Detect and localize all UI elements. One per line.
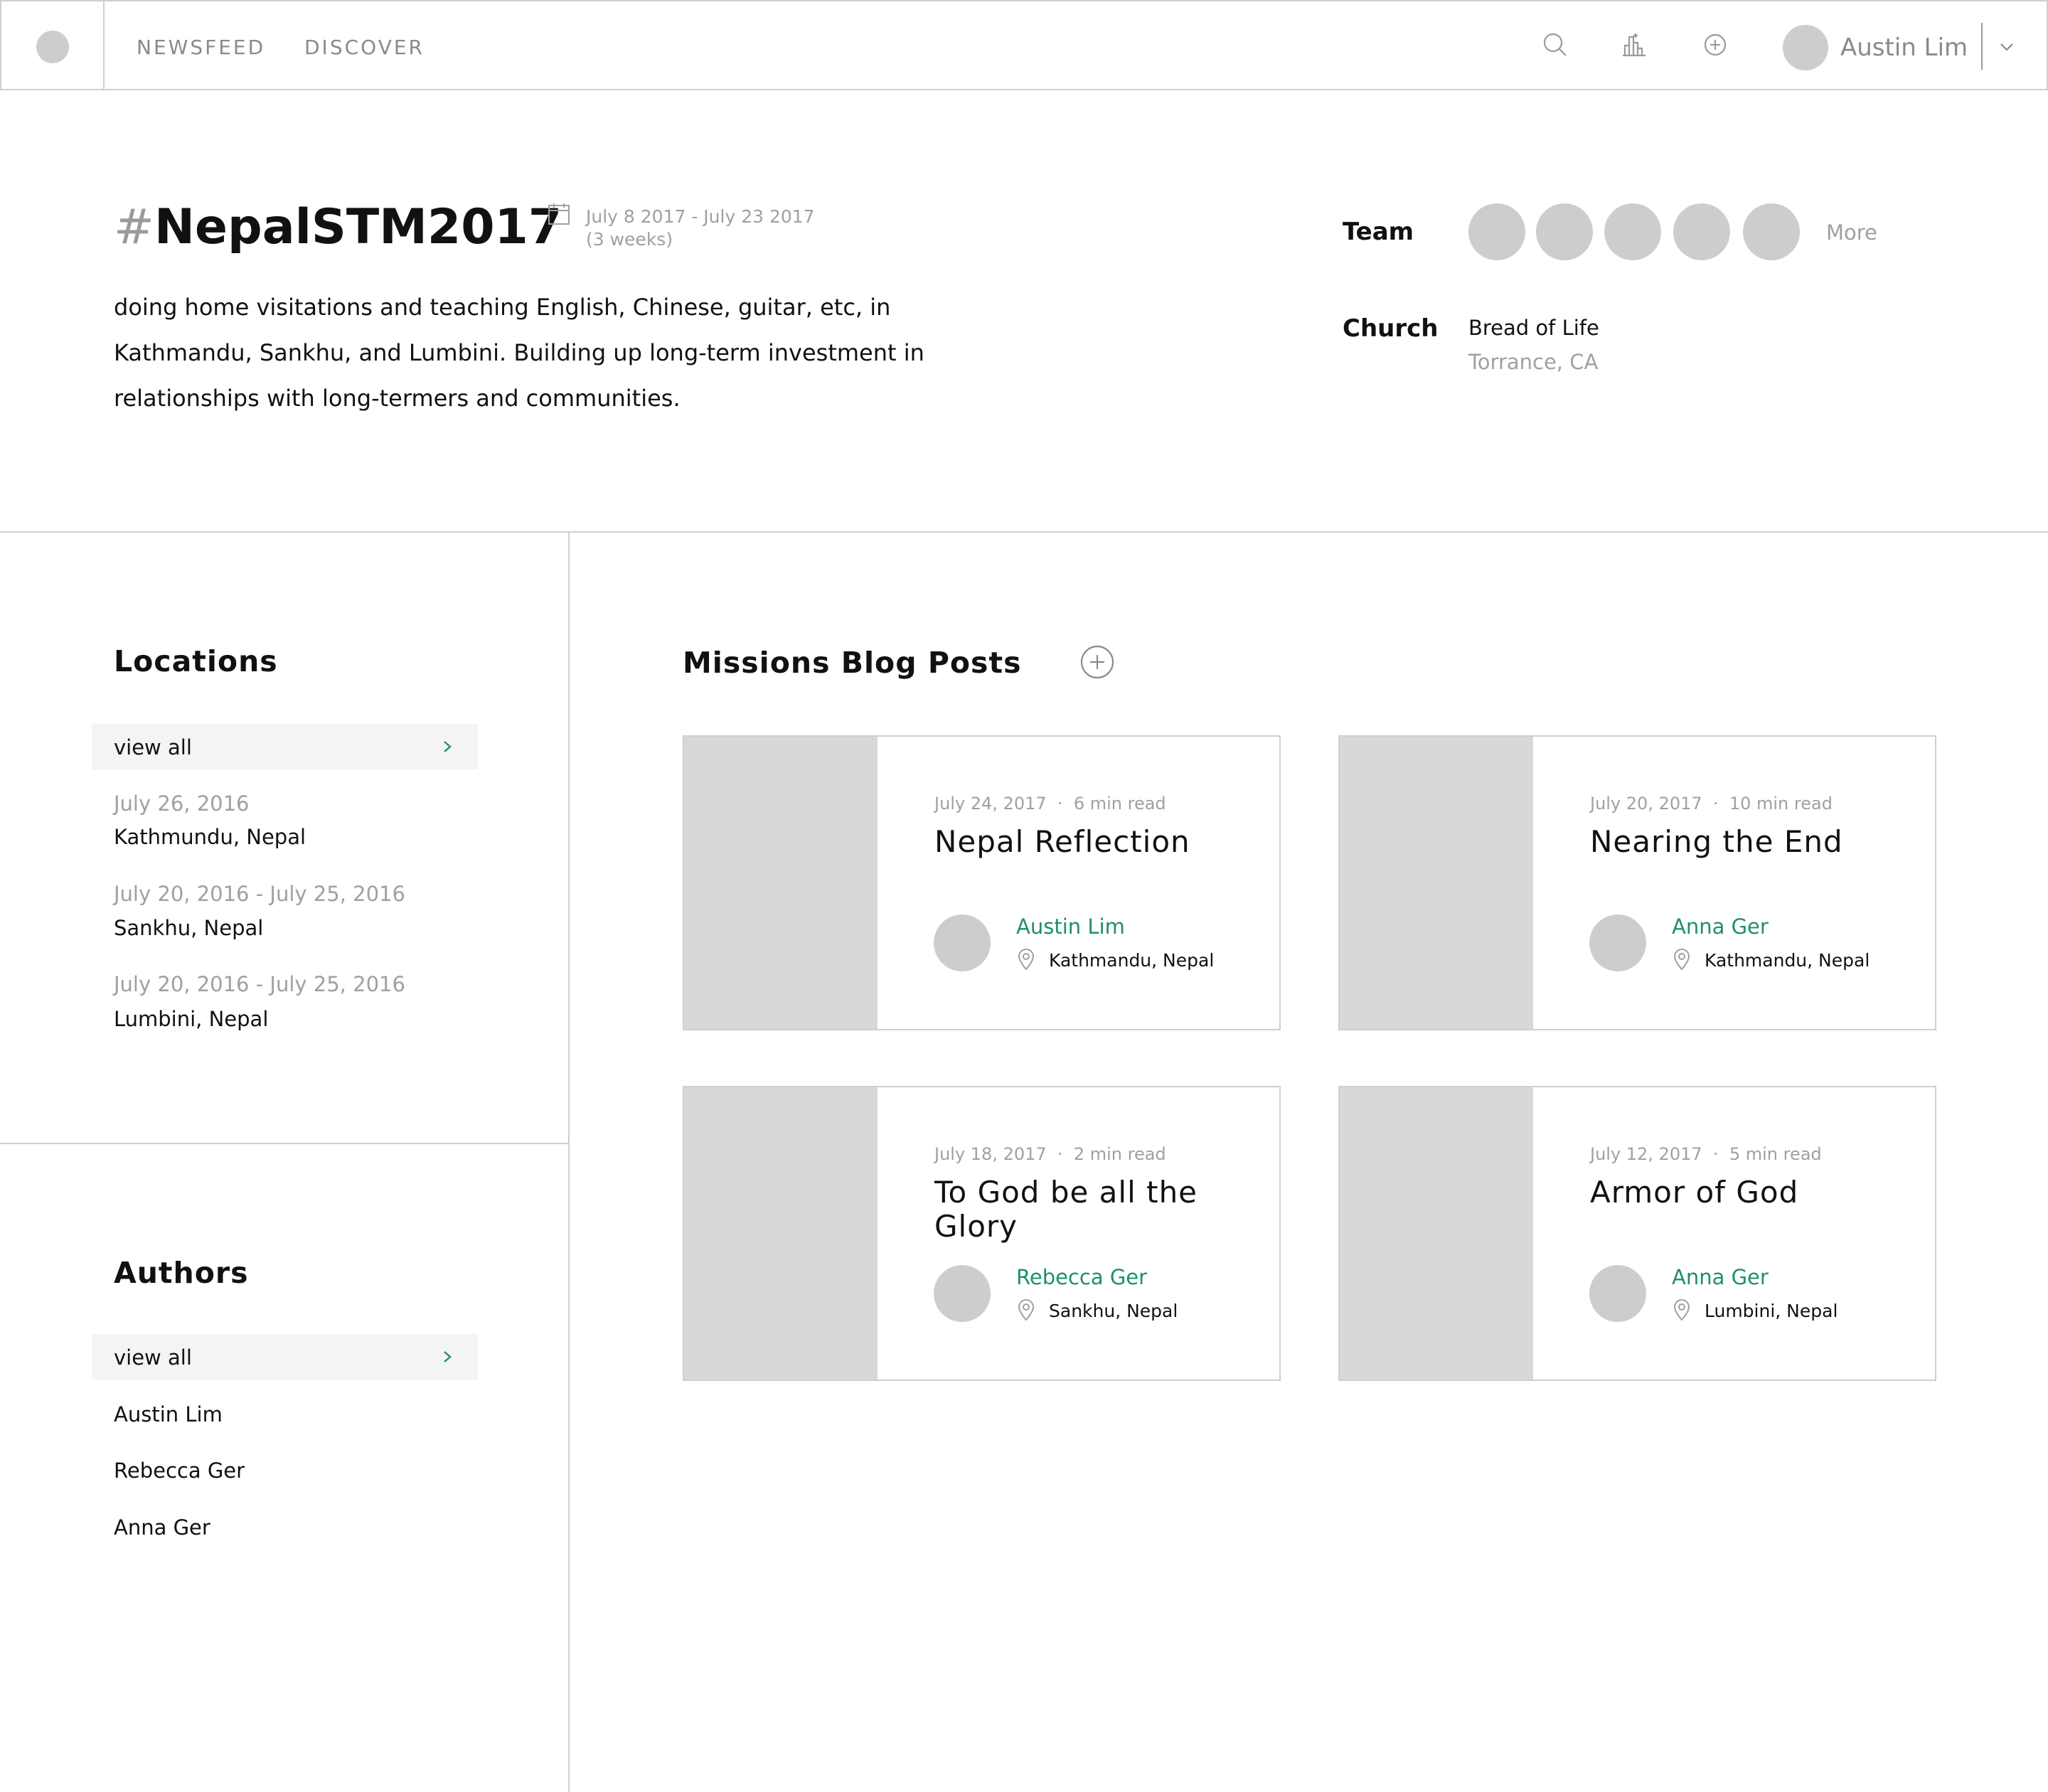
location-place[interactable]: Sankhu, Nepal (114, 916, 263, 940)
author-item[interactable]: Anna Ger (114, 1515, 210, 1540)
stats-icon[interactable] (1618, 28, 1651, 61)
location-pin-icon (1016, 1298, 1036, 1321)
post-date: July 20, 2017 (1590, 794, 1702, 814)
sidebar-section-divider (0, 1143, 569, 1144)
church-label: Church (1343, 314, 1439, 343)
hash-mark: # (114, 199, 154, 255)
author-avatar (934, 914, 991, 971)
user-menu-divider (1981, 23, 1983, 70)
post-location: Kathmandu, Nepal (1049, 950, 1215, 971)
post-meta: July 20, 2017 · 10 min read (1590, 794, 1833, 814)
post-author[interactable]: Rebecca Ger (1016, 1265, 1147, 1289)
location-pin-icon (1672, 948, 1692, 971)
chevron-down-icon[interactable] (1997, 37, 2017, 57)
post-meta: July 18, 2017 · 2 min read (934, 1144, 1166, 1164)
nav-discover-link[interactable]: DISCOVER (304, 36, 425, 59)
post-author[interactable]: Anna Ger (1672, 1265, 1769, 1289)
view-all-label: view all (114, 1345, 192, 1370)
post-location: Kathmandu, Nepal (1705, 950, 1870, 971)
team-member-avatar[interactable] (1468, 203, 1525, 260)
logo-cell (1, 1, 105, 90)
chevron-right-icon (439, 738, 455, 755)
trip-tag: NepalSTM2017 (154, 199, 562, 255)
blog-post-card[interactable]: July 20, 2017 · 10 min read Nearing the … (1338, 735, 1936, 1030)
post-read-time: 10 min read (1729, 794, 1833, 814)
post-image-placeholder (684, 1087, 878, 1380)
locations-view-all-button[interactable]: view all (92, 724, 478, 769)
post-title[interactable]: Nearing the End (1590, 825, 1903, 859)
location-place[interactable]: Kathmundu, Nepal (114, 825, 306, 849)
team-more-link[interactable]: More (1826, 220, 1877, 245)
team-member-avatar[interactable] (1673, 203, 1730, 260)
location-date: July 20, 2016 - July 25, 2016 (114, 972, 405, 996)
post-date: July 24, 2017 (934, 794, 1047, 814)
author-item[interactable]: Austin Lim (114, 1402, 223, 1426)
post-meta: July 12, 2017 · 5 min read (1590, 1144, 1822, 1164)
sidebar-divider (568, 533, 570, 1792)
view-all-label: view all (114, 735, 192, 759)
chevron-right-icon (439, 1348, 455, 1365)
trip-duration: (3 weeks) (586, 229, 673, 250)
user-name[interactable]: Austin Lim (1840, 33, 1968, 62)
post-title[interactable]: Nepal Reflection (934, 825, 1247, 859)
church-location: Torrance, CA (1468, 350, 1599, 374)
location-pin-icon (1672, 1298, 1692, 1321)
locations-title: Locations (114, 644, 278, 678)
post-title[interactable]: Armor of God (1590, 1175, 1903, 1210)
nav-newsfeed-link[interactable]: NEWSFEED (137, 36, 265, 59)
post-location: Sankhu, Nepal (1049, 1301, 1178, 1321)
post-image-placeholder (1340, 1087, 1533, 1380)
blog-post-card[interactable]: July 18, 2017 · 2 min read To God be all… (683, 1086, 1281, 1381)
post-image-placeholder (684, 737, 878, 1029)
post-meta: July 24, 2017 · 6 min read (934, 794, 1166, 814)
post-location: Lumbini, Nepal (1705, 1301, 1838, 1321)
post-author[interactable]: Austin Lim (1016, 914, 1125, 939)
author-avatar (1589, 914, 1646, 971)
team-member-avatar[interactable] (1743, 203, 1800, 260)
team-label: Team (1343, 218, 1414, 246)
post-image-placeholder (1340, 737, 1533, 1029)
location-place[interactable]: Lumbini, Nepal (114, 1007, 268, 1031)
trip-dates: July 8 2017 - July 23 2017 (3 weeks) (586, 206, 815, 251)
post-read-time: 6 min read (1073, 794, 1166, 814)
authors-title: Authors (114, 1256, 249, 1290)
trip-date-range: July 8 2017 - July 23 2017 (586, 206, 815, 227)
trip-description: doing home visitations and teaching Engl… (114, 294, 924, 412)
post-date: July 18, 2017 (934, 1144, 1047, 1164)
search-icon[interactable] (1539, 28, 1572, 61)
author-avatar (1589, 1265, 1646, 1322)
team-member-avatar[interactable] (1604, 203, 1661, 260)
location-date: July 26, 2016 (114, 791, 250, 816)
user-avatar[interactable] (1783, 25, 1828, 70)
author-item[interactable]: Rebecca Ger (114, 1458, 245, 1483)
calendar-icon (547, 202, 571, 226)
church-name[interactable]: Bread of Life (1468, 316, 1599, 340)
blog-post-card[interactable]: July 12, 2017 · 5 min read Armor of God … (1338, 1086, 1936, 1381)
post-read-time: 2 min read (1073, 1144, 1166, 1164)
top-navigation-bar: NEWSFEED DISCOVER Austin Lim (0, 0, 2048, 90)
post-read-time: 5 min read (1729, 1144, 1822, 1164)
trip-title: #NepalSTM2017 (114, 199, 562, 255)
post-title[interactable]: To God be all the Glory (934, 1175, 1247, 1244)
add-icon[interactable] (1699, 28, 1732, 61)
authors-view-all-button[interactable]: view all (92, 1334, 478, 1380)
team-member-avatar[interactable] (1536, 203, 1593, 260)
location-date: July 20, 2016 - July 25, 2016 (114, 882, 405, 906)
blog-posts-title: Missions Blog Posts (683, 646, 1022, 680)
add-post-icon[interactable] (1079, 644, 1115, 680)
author-avatar (934, 1265, 991, 1322)
section-divider (0, 531, 2048, 533)
post-author[interactable]: Anna Ger (1672, 914, 1769, 939)
post-date: July 12, 2017 (1590, 1144, 1702, 1164)
app-logo[interactable] (36, 31, 69, 63)
blog-post-card[interactable]: July 24, 2017 · 6 min read Nepal Reflect… (683, 735, 1281, 1030)
location-pin-icon (1016, 948, 1036, 971)
